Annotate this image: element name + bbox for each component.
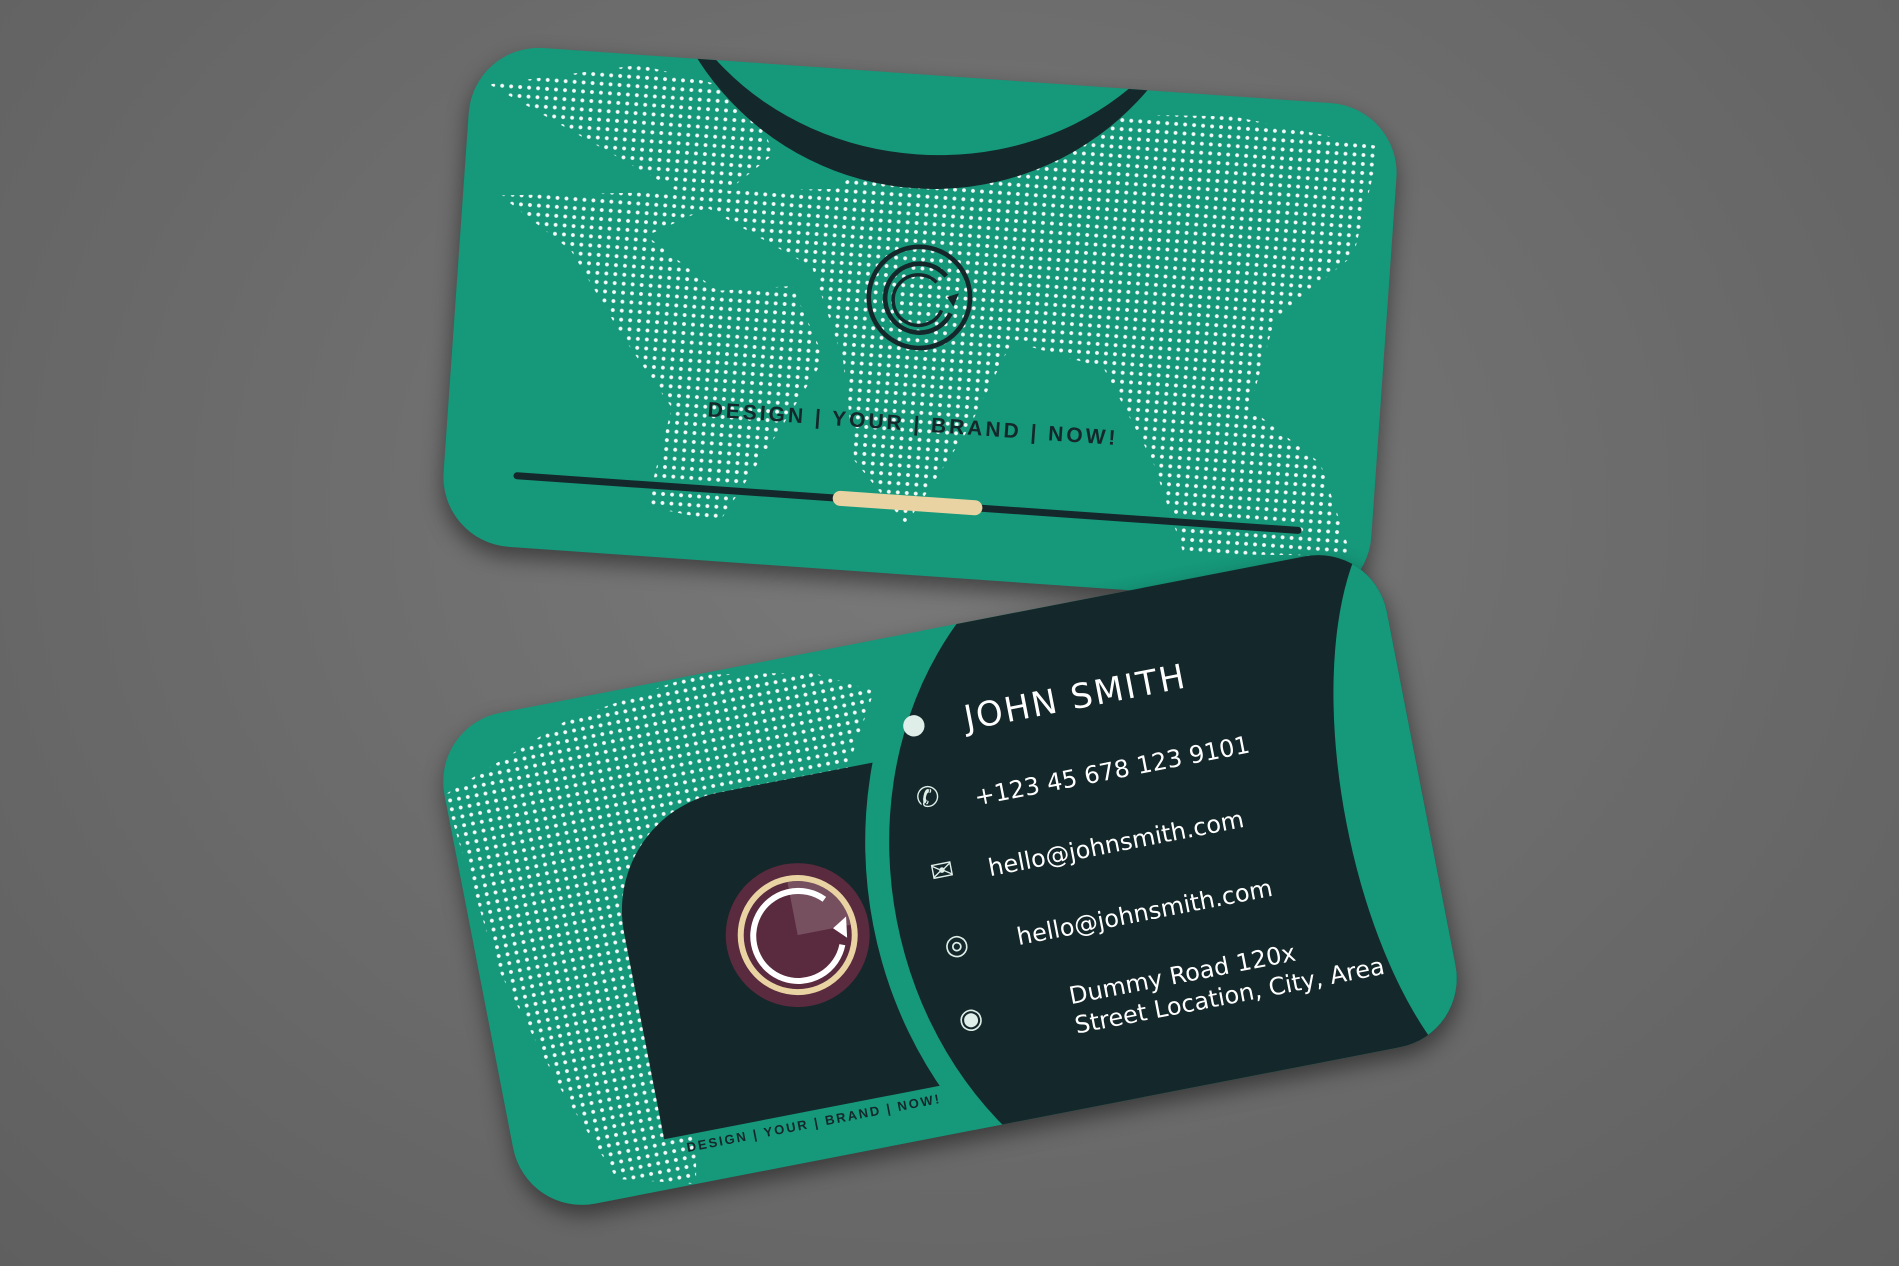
c-logo-icon: [866, 244, 973, 351]
business-card-back: DESIGN | YOUR | BRAND | NOW!: [438, 43, 1402, 607]
business-card-front: DESIGN | YOUR | BRAND | NOW! ● ✆ ✉ ◎ ◉ J…: [431, 543, 1469, 1217]
globe-icon: ◎: [941, 925, 972, 963]
mail-icon: ✉: [927, 852, 957, 890]
c-logo-icon: [725, 863, 870, 1008]
location-pin-icon: ◉: [955, 999, 986, 1037]
person-icon: ●: [898, 705, 929, 743]
phone-icon: ✆: [913, 778, 943, 816]
